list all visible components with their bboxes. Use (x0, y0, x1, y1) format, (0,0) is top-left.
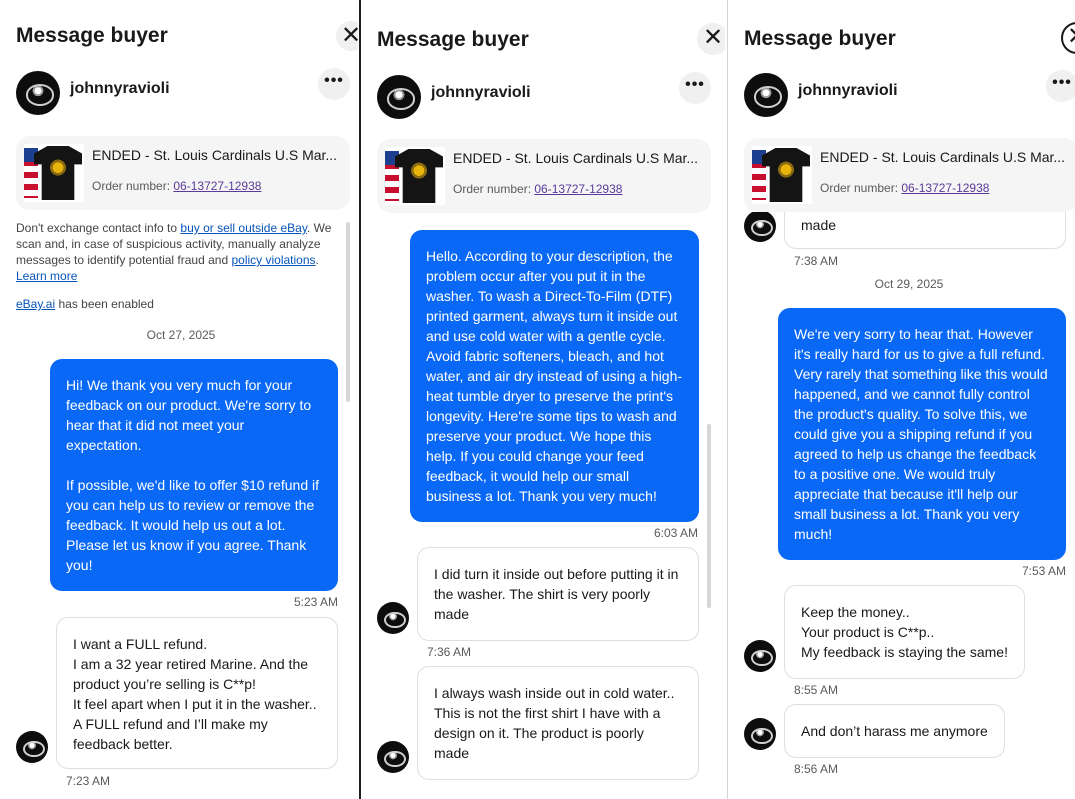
order-number-label: Order number: (453, 182, 535, 196)
item-title[interactable]: ENDED - St. Louis Cardinals U.S Mar... (453, 150, 705, 166)
message-timestamp: 7:38 AM (794, 254, 839, 268)
buyer-message: made (784, 212, 1066, 249)
order-number-row: Order number: 06-13727-12938 (92, 179, 261, 193)
learn-more-link[interactable]: Learn more (16, 269, 77, 283)
more-options-button[interactable]: ••• (679, 72, 711, 104)
buyer-username[interactable]: johnnyravioli (431, 84, 531, 102)
buyer-message: I want a FULL refund. I am a 32 year ret… (56, 617, 338, 769)
scrollbar[interactable] (707, 424, 711, 608)
message-timestamp: 5:23 AM (294, 595, 339, 609)
order-number-label: Order number: (820, 181, 902, 195)
order-number-label: Order number: (92, 179, 174, 193)
message-panel-1: Message buyer ✕ johnnyravioli ••• ENDED … (0, 0, 358, 799)
panel-title: Message buyer (377, 28, 529, 51)
more-options-button[interactable]: ••• (318, 68, 350, 100)
buyer-username[interactable]: johnnyravioli (70, 80, 170, 98)
ebay-ai-text: has been enabled (55, 297, 154, 311)
item-thumbnail (752, 146, 812, 204)
scrollbar[interactable] (346, 222, 350, 402)
buyer-username[interactable]: johnnyravioli (798, 82, 898, 100)
buyer-avatar-small (744, 640, 776, 672)
message-timestamp: 7:36 AM (427, 645, 472, 659)
buyer-avatar (16, 71, 60, 115)
message-panel-2: Message buyer ✕ johnnyravioli ••• ENDED … (359, 0, 725, 799)
message-timestamp: 8:56 AM (794, 762, 839, 776)
outside-ebay-link[interactable]: buy or sell outside eBay (180, 221, 307, 235)
message-list: made 7:38 AM Oct 29, 2025 We're very sor… (728, 212, 1075, 799)
buyer-message: And don’t harass me anymore (784, 704, 1005, 758)
ebay-ai-note: eBay.ai has been enabled (16, 297, 154, 311)
close-button[interactable]: ✕ (336, 21, 358, 51)
order-number-row: Order number: 06-13727-12938 (453, 182, 622, 196)
notice-text-3: . (315, 253, 319, 267)
date-separator: Oct 27, 2025 (146, 328, 216, 342)
safety-notice: Don't exchange contact info to buy or se… (16, 220, 338, 284)
buyer-avatar-small (377, 602, 409, 634)
order-number-link[interactable]: 06-13727-12938 (173, 179, 261, 193)
message-timestamp: 8:55 AM (794, 683, 839, 697)
seller-message: Hello. According to your description, th… (410, 230, 699, 522)
buyer-avatar-small (377, 741, 409, 773)
message-timestamp: 6:03 AM (654, 526, 699, 540)
buyer-avatar-small (16, 731, 48, 763)
item-title[interactable]: ENDED - St. Louis Cardinals U.S Mar... (92, 147, 344, 163)
buyer-avatar-small (744, 718, 776, 750)
notice-text-1: Don't exchange contact info to (16, 221, 181, 235)
close-button[interactable]: ✕ (697, 23, 725, 55)
order-number-link[interactable]: 06-13727-12938 (901, 181, 989, 195)
item-thumbnail (24, 144, 84, 202)
buyer-avatar (377, 75, 421, 119)
buyer-message: Keep the money.. Your product is C**p.. … (784, 585, 1025, 679)
message-timestamp: 7:53 AM (1022, 564, 1067, 578)
item-card[interactable]: ENDED - St. Louis Cardinals U.S Mar... O… (744, 138, 1075, 212)
item-card[interactable]: ENDED - St. Louis Cardinals U.S Mar... O… (377, 139, 711, 213)
buyer-avatar (744, 73, 788, 117)
item-title[interactable]: ENDED - St. Louis Cardinals U.S Mar... (820, 149, 1072, 165)
message-timestamp: 7:23 AM (66, 774, 111, 788)
ebay-ai-link[interactable]: eBay.ai (16, 297, 55, 311)
panel-title: Message buyer (16, 24, 168, 47)
item-card[interactable]: ENDED - St. Louis Cardinals U.S Mar... O… (16, 136, 350, 210)
seller-message: Hi! We thank you very much for your feed… (50, 359, 338, 591)
buyer-avatar-small (744, 212, 776, 242)
message-panel-3: Message buyer ✕ johnnyravioli ••• ENDED … (727, 0, 1075, 799)
seller-message: We're very sorry to hear that. However i… (778, 308, 1066, 560)
order-number-row: Order number: 06-13727-12938 (820, 181, 989, 195)
buyer-message: I always wash inside out in cold water..… (417, 666, 699, 780)
close-button[interactable]: ✕ (1061, 22, 1075, 54)
order-number-link[interactable]: 06-13727-12938 (534, 182, 622, 196)
panel-title: Message buyer (744, 27, 896, 50)
buyer-message: I did turn it inside out before putting … (417, 547, 699, 641)
more-options-button[interactable]: ••• (1046, 70, 1075, 102)
item-thumbnail (385, 147, 445, 205)
policy-violations-link[interactable]: policy violations (231, 253, 315, 267)
date-separator: Oct 29, 2025 (874, 277, 944, 291)
